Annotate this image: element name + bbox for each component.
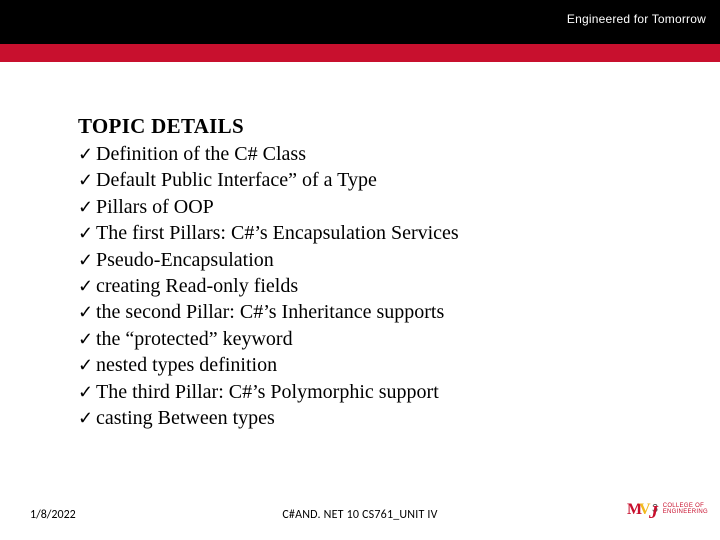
mvj-logo: M V J COLLEGE OF ENGINEERING bbox=[627, 498, 708, 520]
check-icon: ✓ bbox=[78, 328, 96, 352]
list-item: ✓creating Read-only fields bbox=[78, 273, 638, 299]
check-icon: ✓ bbox=[78, 222, 96, 246]
list-item: ✓Pseudo-Encapsulation bbox=[78, 247, 638, 273]
footer-date: 1/8/2022 bbox=[30, 508, 76, 522]
logo-text: COLLEGE OF ENGINEERING bbox=[663, 503, 708, 515]
list-item: ✓the “protected” keyword bbox=[78, 326, 638, 352]
list-item-label: Pillars of OOP bbox=[96, 196, 214, 218]
logo-line2: ENGINEERING bbox=[663, 509, 708, 515]
list-item-label: Default Public Interface” of a Type bbox=[96, 169, 377, 191]
list-item-label: casting Between types bbox=[96, 407, 275, 429]
list-item-label: the second Pillar: C#’s Inheritance supp… bbox=[96, 301, 444, 323]
list-item-label: Definition of the C# Class bbox=[96, 143, 306, 165]
list-item-label: nested types definition bbox=[96, 354, 277, 376]
list-item: ✓nested types definition bbox=[78, 352, 638, 378]
list-item: ✓Default Public Interface” of a Type bbox=[78, 167, 638, 193]
red-bar bbox=[0, 44, 720, 62]
list-item-label: Pseudo-Encapsulation bbox=[96, 249, 274, 271]
footer: 1/8/2022 C#AND. NET 10 CS761_UNIT IV 3 M… bbox=[0, 502, 720, 526]
list-item: ✓Definition of the C# Class bbox=[78, 141, 638, 167]
list-item: ✓the second Pillar: C#’s Inheritance sup… bbox=[78, 299, 638, 325]
mvj-logo-icon: M V J bbox=[627, 498, 661, 520]
list-item: ✓Pillars of OOP bbox=[78, 194, 638, 220]
svg-text:J: J bbox=[648, 502, 659, 520]
check-icon: ✓ bbox=[78, 354, 96, 378]
check-icon: ✓ bbox=[78, 301, 96, 325]
check-icon: ✓ bbox=[78, 249, 96, 273]
check-icon: ✓ bbox=[78, 407, 96, 431]
list-item-label: The first Pillars: C#’s Encapsulation Se… bbox=[96, 222, 459, 244]
list-item: ✓The third Pillar: C#’s Polymorphic supp… bbox=[78, 379, 638, 405]
top-black-bar: Engineered for Tomorrow bbox=[0, 0, 720, 44]
check-icon: ✓ bbox=[78, 381, 96, 405]
content-block: TOPIC DETAILS ✓Definition of the C# Clas… bbox=[78, 114, 638, 431]
list-item-label: the “protected” keyword bbox=[96, 328, 293, 350]
check-icon: ✓ bbox=[78, 143, 96, 167]
footer-center-text: C#AND. NET 10 CS761_UNIT IV bbox=[282, 508, 437, 522]
list-item: ✓casting Between types bbox=[78, 405, 638, 431]
check-icon: ✓ bbox=[78, 169, 96, 193]
tagline-text: Engineered for Tomorrow bbox=[567, 12, 706, 26]
list-item: ✓The first Pillars: C#’s Encapsulation S… bbox=[78, 220, 638, 246]
check-icon: ✓ bbox=[78, 275, 96, 299]
list-item-label: creating Read-only fields bbox=[96, 275, 298, 297]
list-item-label: The third Pillar: C#’s Polymorphic suppo… bbox=[96, 381, 439, 403]
check-icon: ✓ bbox=[78, 196, 96, 220]
section-heading: TOPIC DETAILS bbox=[78, 114, 638, 139]
